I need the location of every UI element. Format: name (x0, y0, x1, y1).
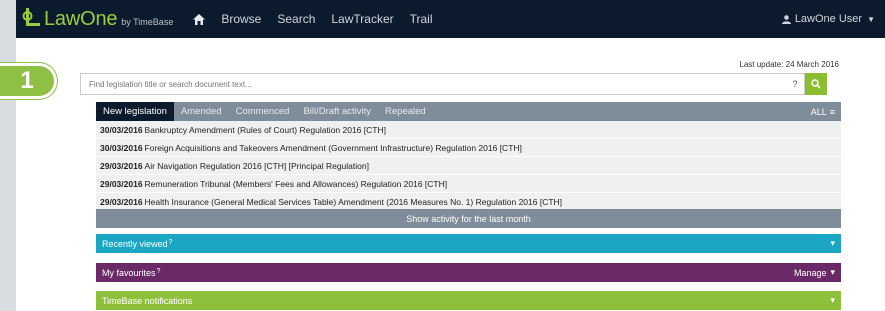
user-menu[interactable]: LawOne User ▼ (781, 0, 875, 38)
tab-bill-draft-activity[interactable]: Bill/Draft activity (296, 102, 378, 121)
chevron-down-icon: ▾ (830, 295, 835, 305)
panel-label: TimeBase notifications (102, 295, 193, 306)
legislation-list: 30/03/2016 Bankruptcy Amendment (Rules o… (96, 121, 841, 211)
timebase-notifications-panel[interactable]: TimeBase notifications ▾ (96, 291, 841, 310)
brand-sub: by TimeBase (121, 17, 174, 27)
search-help-button[interactable]: ? (786, 73, 805, 95)
search-icon (811, 79, 821, 89)
list-item[interactable]: 29/03/2016 Remuneration Tribunal (Member… (96, 175, 841, 193)
tab-commenced[interactable]: Commenced (229, 102, 297, 121)
nav-browse[interactable]: Browse (221, 12, 261, 26)
item-title: Air Navigation Regulation 2016 [CTH] [Pr… (144, 160, 369, 171)
menu-icon: ≡ (829, 106, 835, 117)
show-more-button[interactable]: Show activity for the last month (96, 209, 841, 228)
nav-lawtracker[interactable]: LawTracker (331, 12, 393, 26)
caret-down-icon: ▼ (867, 14, 875, 24)
top-navbar: LawOne by TimeBase Browse Search LawTrac… (16, 0, 885, 38)
chevron-down-icon: ▾ (830, 267, 835, 277)
tab-all-label: ALL (810, 106, 827, 117)
activity-tabs: New legislation Amended Commenced Bill/D… (96, 102, 841, 121)
tab-repealed[interactable]: Repealed (378, 102, 433, 121)
help-icon[interactable]: ? (157, 268, 161, 275)
panel-label: My favourites? (102, 267, 161, 278)
chevron-down-icon: ▾ (830, 238, 835, 248)
user-name: LawOne User (794, 13, 863, 25)
item-title: Foreign Acquisitions and Takeovers Amend… (144, 142, 522, 153)
tab-all[interactable]: ALL ≡ (811, 107, 841, 117)
search-bar: ? (80, 73, 827, 95)
nav-search[interactable]: Search (277, 12, 315, 26)
recently-viewed-panel[interactable]: Recently viewed? ▾ (96, 234, 841, 253)
item-date: 30/03/2016 (100, 124, 143, 135)
brand-name: LawOne (44, 7, 118, 30)
step-badge: 1 (0, 66, 54, 96)
list-item[interactable]: 30/03/2016 Foreign Acquisitions and Take… (96, 139, 841, 157)
last-update: Last update: 24 March 2016 (739, 60, 839, 69)
user-icon (781, 14, 791, 24)
lawone-logo[interactable]: LawOne by TimeBase (22, 8, 173, 31)
list-item[interactable]: 29/03/2016 Air Navigation Regulation 201… (96, 157, 841, 175)
item-date: 29/03/2016 (100, 196, 143, 207)
tab-new-legislation[interactable]: New legislation (96, 102, 174, 121)
home-icon[interactable] (193, 13, 206, 25)
manage-label: Manage (793, 267, 827, 278)
manage-dropdown[interactable]: Manage ▾ (794, 267, 841, 278)
item-title: Bankruptcy Amendment (Rules of Court) Re… (144, 124, 386, 135)
item-title: Remuneration Tribunal (Members' Fees and… (144, 178, 448, 189)
item-date: 29/03/2016 (100, 160, 143, 171)
search-input[interactable] (80, 73, 786, 95)
help-icon[interactable]: ? (169, 239, 173, 246)
nav-trail[interactable]: Trail (410, 12, 433, 26)
item-date: 30/03/2016 (100, 142, 143, 153)
search-button[interactable] (805, 73, 827, 95)
item-title: Health Insurance (General Medical Servic… (144, 196, 563, 207)
tab-amended[interactable]: Amended (174, 102, 229, 121)
app-window: LawOne by TimeBase Browse Search LawTrac… (16, 0, 885, 311)
main-nav: Browse Search LawTracker Trail (193, 12, 448, 26)
list-item[interactable]: 30/03/2016 Bankruptcy Amendment (Rules o… (96, 121, 841, 139)
panel-label: Recently viewed? (102, 238, 173, 249)
item-date: 29/03/2016 (100, 178, 143, 189)
my-favourites-panel[interactable]: My favourites? Manage ▾ (96, 263, 841, 282)
logo-mark-icon (22, 8, 40, 26)
